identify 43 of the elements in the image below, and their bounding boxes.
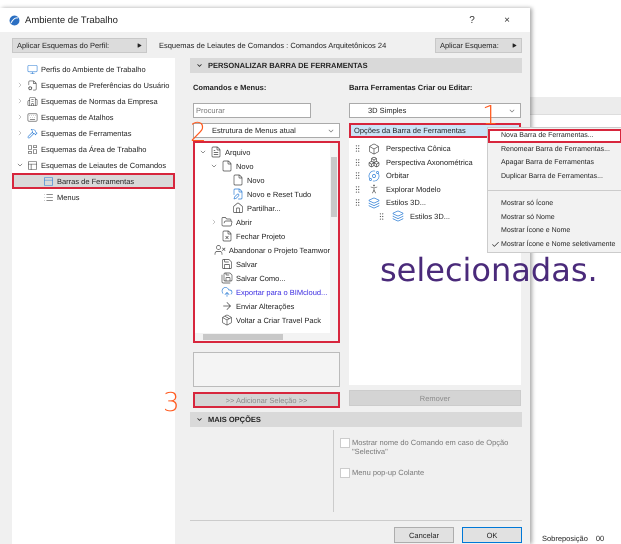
layers-icon <box>368 196 380 209</box>
arrow-right-icon <box>221 300 233 312</box>
toolbar-icon <box>43 176 54 186</box>
file-icon <box>232 174 244 186</box>
vertical-scrollbar[interactable] <box>330 143 338 333</box>
hammer-icon <box>27 128 38 138</box>
cloud-upload-icon <box>221 286 233 298</box>
layers-icon <box>392 210 404 222</box>
file-pen-icon <box>232 188 244 200</box>
panels-icon <box>27 160 38 170</box>
chevron-down-icon <box>196 62 203 69</box>
annotation-number: 3 <box>163 390 180 416</box>
triangle-arrow-icon <box>137 43 142 48</box>
file-close-icon <box>221 230 233 242</box>
document-icon <box>210 146 222 158</box>
building-icon <box>27 96 38 106</box>
box-icon <box>368 142 380 155</box>
expanded-chevron-icon[interactable] <box>209 162 218 170</box>
package-icon <box>221 314 233 326</box>
close-button[interactable]: × <box>492 14 522 26</box>
monitor-icon <box>27 64 38 74</box>
expanded-chevron-icon[interactable] <box>198 148 207 156</box>
folder-icon <box>221 216 233 228</box>
horizontal-scrollbar[interactable] <box>195 333 338 341</box>
app-logo-icon <box>9 14 20 26</box>
window-title: Ambiente de Trabalho <box>25 14 119 26</box>
triangle-arrow-icon <box>512 43 517 48</box>
user-x-icon <box>214 244 226 256</box>
document-gear-icon <box>27 80 38 90</box>
chevron-down-icon <box>196 416 203 423</box>
walking-person-icon <box>368 183 380 196</box>
caption-text: selecionadas. <box>380 254 598 286</box>
expanded-chevron-icon[interactable] <box>15 161 24 169</box>
house-icon <box>232 202 244 214</box>
layout-icon <box>27 144 38 154</box>
keyboard-icon <box>27 112 38 122</box>
cube-icon <box>368 156 380 168</box>
drag-handle-icon <box>377 212 386 221</box>
save-icon <box>221 258 233 270</box>
file-icon <box>221 160 233 172</box>
help-button[interactable]: ? <box>457 14 487 26</box>
orbit-icon <box>368 170 380 182</box>
save-as-icon <box>221 272 233 284</box>
